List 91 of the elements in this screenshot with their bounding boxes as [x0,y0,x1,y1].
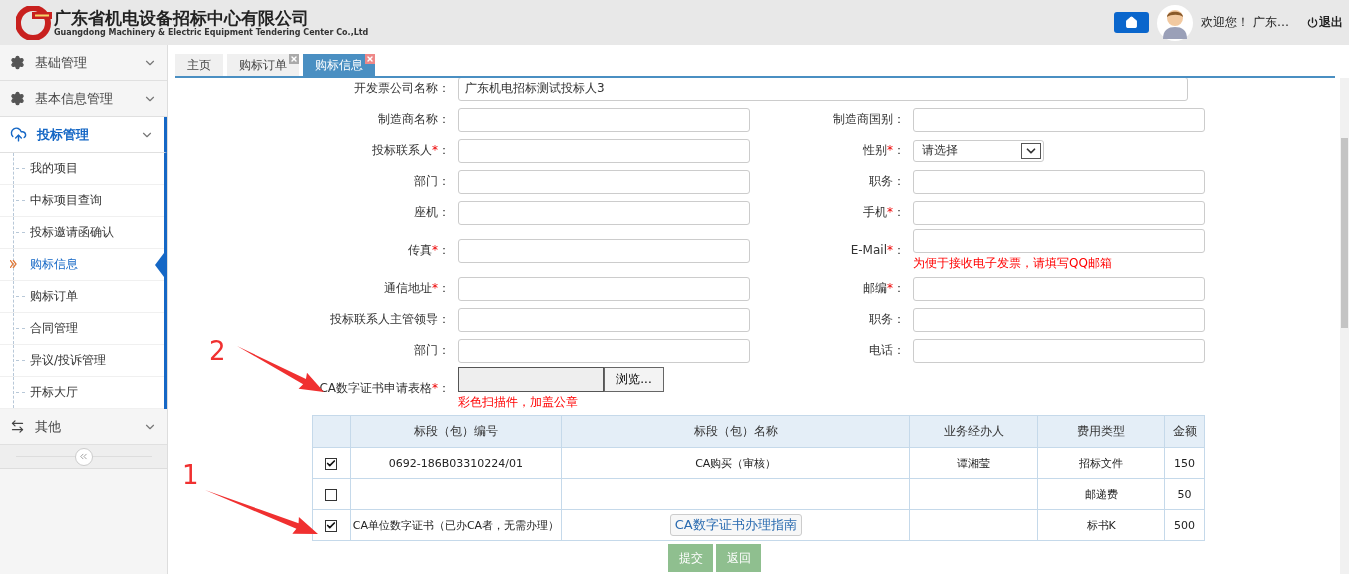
text-field[interactable] [458,238,750,263]
text-field[interactable]: 广东机电招标测试投标人3 [458,78,1188,101]
chevron-down-icon [1021,142,1041,159]
checkbox[interactable] [325,488,338,501]
column-header: 标段（包）编号 [350,415,562,448]
field-label: E-Mail*： [850,242,906,259]
column-header: 标段（包）名称 [561,415,910,448]
company-title: 广东省机电设备招标中心有限公司 [54,8,310,28]
field-label: 开发票公司名称： [354,80,451,97]
sidebar-item[interactable]: 购标订单 [0,281,164,313]
text-field[interactable] [458,307,750,332]
text-field[interactable] [913,276,1205,301]
tab[interactable]: 主页 [175,54,223,76]
close-icon[interactable] [289,54,299,64]
sidebar-group[interactable]: 投标管理 [0,117,167,153]
sidebar-item[interactable]: 合同管理 [0,313,164,345]
gear-icon [10,91,25,106]
text-field[interactable] [913,229,1205,253]
table-cell: 50 [1164,478,1205,510]
guide-button[interactable]: CA数字证书办理指南 [669,514,802,536]
table-cell: CA单位数字证书（已办CA者，无需办理） [350,509,562,541]
sidebar-item[interactable]: 购标信息 [0,249,164,281]
company-subtitle: Guangdong Machinery & Electric Equipment Tendering Center Co.,Ltd [54,28,369,37]
field-label: 职务： [869,173,906,190]
table-cell: 邮递费 [1037,478,1165,510]
browse-button[interactable]: 浏览... [604,366,664,392]
text-field[interactable] [913,107,1205,132]
active-pointer [155,252,164,277]
text-field[interactable] [458,338,750,363]
tab[interactable]: 购标信息 [303,54,375,76]
field-label: 制造商国别： [833,111,906,128]
text-field[interactable] [913,307,1205,332]
text-field[interactable] [458,107,750,132]
field-label: 投标联系人主管领导： [330,311,451,328]
scrollbar[interactable] [1340,78,1349,574]
gender-select[interactable]: 请选择 [913,139,1044,162]
hint-text: 彩色扫描件，加盖公章 [458,393,579,411]
text-field[interactable] [458,276,750,301]
text-field[interactable] [458,138,750,163]
field-label: 性别*： [863,142,906,159]
file-path-field[interactable] [458,366,604,392]
table-cell: 招标文件 [1037,447,1165,479]
field-label: 邮编*： [863,280,906,297]
sidebar-item[interactable]: 我的项目 [0,153,164,185]
table-cell: 150 [1164,447,1205,479]
text-field[interactable] [913,338,1205,363]
close-icon[interactable] [365,54,375,64]
table-cell: 500 [1164,509,1205,541]
annotation-number: 2 [209,338,226,364]
field-label: 传真*： [408,242,451,259]
field-label: 投标联系人*： [372,142,451,159]
home-button[interactable] [1114,12,1150,33]
field-label: 座机： [414,204,451,221]
field-label: 职务： [869,311,906,328]
field-label: 部门： [414,173,451,190]
text-field[interactable] [913,200,1205,225]
welcome-text: 欢迎您！ 广东… [1201,14,1289,31]
text-field[interactable] [458,169,750,194]
annotation-number: 1 [182,462,199,488]
text-field[interactable] [458,200,750,225]
cloud-upload-icon [10,126,27,143]
text-field[interactable] [913,169,1205,194]
logo-icon [16,5,52,40]
sidebar-item[interactable]: 异议/投诉管理 [0,345,164,377]
column-header: 费用类型 [1037,415,1165,448]
power-icon [1307,17,1318,28]
checkbox[interactable] [325,519,338,532]
sidebar-item[interactable]: 中标项目查询 [0,185,164,217]
table-cell: CA购买（审核） [561,447,910,479]
gear-icon [10,55,25,70]
field-label: 手机*： [863,204,906,221]
tab[interactable]: 购标订单 [227,54,299,76]
hint-text: 为便于接收电子发票，请填写QQ邮箱 [913,255,1113,272]
column-header: 金额 [1164,415,1205,448]
chevrons-left-icon [78,451,89,462]
field-label: 制造商名称： [378,111,451,128]
field-label: CA数字证书申请表格*： [319,380,451,397]
table-cell: 0692-186B03310224/01 [350,447,562,479]
field-label: 通信地址*： [384,280,451,297]
swap-icon [10,419,25,434]
collapse-button[interactable] [74,447,93,466]
checkbox[interactable] [325,457,338,470]
table-cell: 标书K [1037,509,1165,541]
logout-link[interactable]: 退出 [1307,14,1343,31]
column-header: 业务经办人 [909,415,1038,448]
field-label: 电话： [869,342,906,359]
double-chevron-icon [10,258,17,271]
table-cell: 谭湘莹 [909,447,1038,479]
sidebar-item[interactable]: 投标邀请函确认 [0,217,164,249]
home-icon [1125,16,1139,29]
field-label: 部门： [414,342,451,359]
